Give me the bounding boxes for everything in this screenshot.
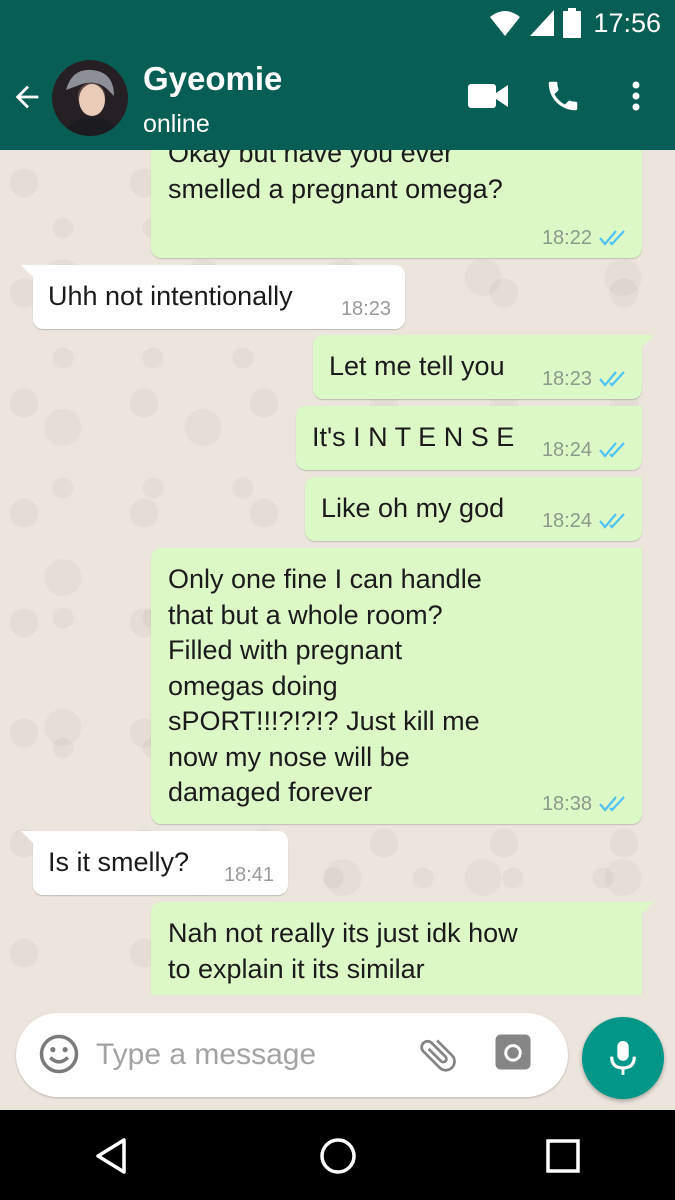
message-text: Like oh my god (321, 493, 505, 523)
message-meta: 18:38 (542, 792, 628, 816)
message-time: 18:23 (340, 298, 391, 320)
message-meta: 18:22 (542, 226, 628, 250)
incoming-message[interactable]: Is it smelly? 18:41 (21, 831, 288, 895)
video-call-icon[interactable] (466, 76, 510, 116)
outgoing-message[interactable]: It's I N T E N S E 18:24 (296, 406, 642, 470)
bubble-tail (640, 335, 654, 349)
outgoing-message[interactable]: Nah not really its just idk how to expla… (151, 902, 654, 995)
back-triangle-icon[interactable] (90, 1134, 134, 1178)
incoming-message[interactable]: Uhh not intentionally 18:23 (21, 265, 405, 329)
message-text: Okay but have you ever smelled a pregnan… (168, 150, 503, 204)
message-time: 18:22 (541, 227, 592, 249)
mic-button[interactable] (582, 1017, 664, 1099)
wifi-icon (490, 11, 521, 36)
message-time: 18:38 (541, 793, 592, 815)
recents-square-icon[interactable] (541, 1134, 585, 1178)
avatar[interactable] (52, 60, 128, 136)
bubble-tail (21, 831, 35, 845)
message-time: 18:24 (541, 510, 592, 532)
status-bar: 17:56 (0, 0, 675, 46)
message-time: 18:41 (223, 864, 274, 886)
outgoing-message[interactable]: Let me tell you 18:23 (313, 335, 654, 399)
mic-icon (610, 1041, 636, 1075)
system-nav-bar (0, 1110, 675, 1200)
message-text: Uhh not intentionally (48, 281, 293, 311)
arrow-left-icon[interactable] (10, 80, 44, 114)
outgoing-message[interactable]: Only one fine I can handle that but a wh… (151, 548, 642, 824)
chat-header: Gyeomie online (0, 46, 675, 150)
more-vert-icon[interactable] (624, 76, 648, 116)
contact-name[interactable]: Gyeomie (143, 60, 282, 98)
home-circle-icon[interactable] (316, 1134, 360, 1178)
message-meta: 18:23 (341, 297, 391, 321)
double-check-icon (599, 513, 625, 529)
attach-icon[interactable] (416, 1033, 460, 1077)
message-text: Let me tell you (329, 351, 505, 381)
composer (0, 995, 675, 1110)
message-meta: 18:23 (542, 367, 628, 391)
message-meta: 18:24 (542, 438, 628, 462)
message-meta: 18:41 (224, 863, 274, 887)
message-time: 18:23 (541, 368, 592, 390)
outgoing-message[interactable]: Like oh my god 18:24 (305, 477, 642, 541)
outgoing-message[interactable]: Okay but have you ever smelled a pregnan… (151, 150, 642, 258)
bubble-tail (21, 265, 35, 279)
contact-status: online (143, 110, 210, 138)
message-text: Is it smelly? (48, 847, 190, 877)
avatar-photo (62, 69, 120, 136)
cell-signal-icon (530, 10, 555, 36)
double-check-icon (599, 796, 625, 812)
message-time: 18:24 (541, 439, 592, 461)
double-check-icon (599, 442, 625, 458)
message-text: It's I N T E N S E (312, 422, 515, 452)
message-text: Nah not really its just idk how to expla… (168, 918, 518, 984)
chat-area[interactable]: Okay but have you ever smelled a pregnan… (0, 150, 675, 995)
double-check-icon (599, 230, 625, 246)
message-input-box[interactable] (16, 1013, 568, 1097)
message-input[interactable] (96, 1035, 396, 1075)
double-check-icon (599, 371, 625, 387)
battery-icon (563, 8, 582, 38)
bubble-tail (640, 902, 654, 916)
message-text: Only one fine I can handle that but a wh… (168, 564, 482, 807)
camera-icon[interactable] (492, 1031, 534, 1073)
phone-icon[interactable] (542, 76, 584, 116)
status-icons: 17:56 (489, 7, 661, 39)
message-meta: 18:24 (542, 509, 628, 533)
emoji-icon[interactable] (38, 1033, 80, 1075)
status-time: 17:56 (593, 7, 661, 38)
